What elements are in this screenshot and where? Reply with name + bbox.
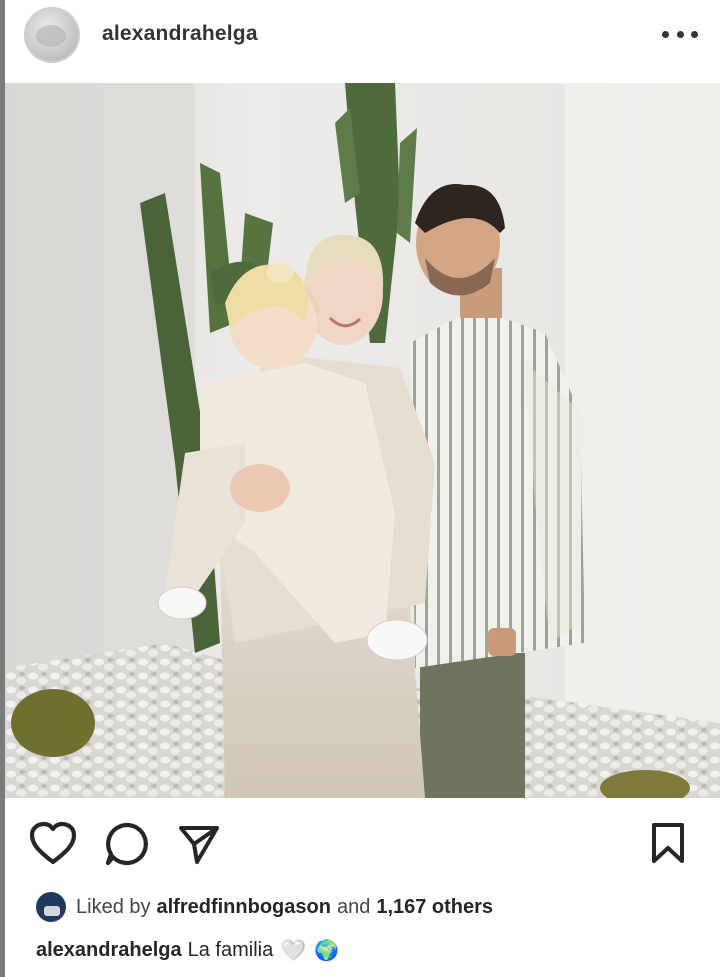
paper-plane-icon[interactable]: [177, 822, 221, 866]
comment-icon[interactable]: [104, 821, 150, 867]
likes-prefix: Liked by: [76, 895, 151, 918]
bookmark-icon[interactable]: [649, 821, 687, 865]
more-horizontal-icon[interactable]: [662, 22, 698, 46]
post-caption: alexandrahelga La familia 🤍 🌍: [36, 938, 339, 963]
profile-avatar[interactable]: [24, 7, 80, 63]
globe-emoji: 🌍: [314, 940, 340, 962]
heart-icon[interactable]: [28, 820, 78, 866]
likes-others-link[interactable]: 1,167 others: [376, 896, 493, 919]
action-bar: [0, 815, 720, 875]
likes-summary: Liked by alfredfinnbogason and 1,167 oth…: [36, 890, 493, 924]
post-header: alexandrahelga: [0, 0, 720, 78]
white-heart-emoji: 🤍: [281, 940, 307, 962]
liker-username[interactable]: alfredfinnbogason: [157, 896, 331, 919]
post-username[interactable]: alexandrahelga: [102, 22, 258, 46]
post-photo[interactable]: [5, 83, 720, 798]
caption-username[interactable]: alexandrahelga: [36, 939, 182, 962]
likes-and: and: [336, 895, 371, 918]
family-photo-illustration: [5, 83, 720, 798]
liker-avatar[interactable]: [36, 892, 66, 922]
caption-text: La familia: [187, 939, 274, 961]
